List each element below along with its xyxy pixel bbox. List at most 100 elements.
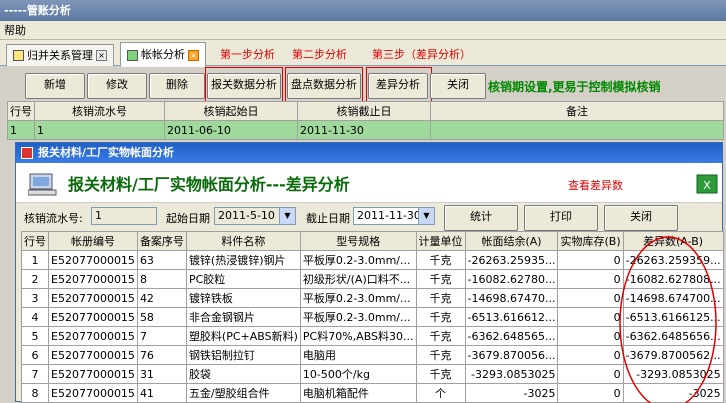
table-cell: E52077000015	[48, 345, 138, 365]
column-header: 备注	[430, 101, 724, 121]
table-cell: E52077000015	[48, 307, 138, 327]
table-cell: 7	[21, 364, 49, 384]
table-cell: 0	[557, 326, 624, 346]
close-icon[interactable]: ×	[188, 49, 199, 61]
column-header: 帐册编号	[48, 231, 138, 251]
table-cell: 千克	[415, 307, 466, 327]
table-header: 行号 核销流水号 核销起始日 核销截止日 备注	[7, 101, 724, 121]
table-cell: 平板厚0.2-3.0mm/...	[299, 307, 417, 327]
table-cell: 1	[34, 120, 165, 140]
start-date-field[interactable]: 2011-5-10 ▼	[214, 207, 296, 225]
table-cell: 平板厚0.2-3.0mm/...	[299, 250, 417, 270]
tab-label: 帐帐分析	[141, 48, 185, 61]
table-cell: E52077000015	[48, 364, 138, 384]
table-cell	[430, 120, 724, 140]
column-header: 行号	[21, 231, 49, 251]
delete-button[interactable]: 删除	[149, 73, 205, 99]
table-cell: 7	[136, 326, 187, 346]
tab-label: 归并关系管理	[27, 48, 93, 62]
table-cell: 电脑机箱配件	[299, 383, 417, 403]
print-button[interactable]: 打印	[524, 205, 598, 231]
table-cell: 42	[136, 288, 187, 308]
table-cell: 0	[557, 307, 624, 327]
annotation-step3: 第三步（差异分析）	[372, 48, 471, 61]
annotation-check-diff: 查看差异数	[568, 179, 623, 192]
table-cell: 0	[557, 288, 624, 308]
start-date-label: 起始日期	[166, 212, 210, 225]
table-cell: 3	[21, 288, 49, 308]
customs-analysis-button[interactable]: 报关数据分析	[207, 73, 281, 99]
table-cell: 钢铁铝制拉钉	[185, 345, 301, 365]
tab-strip: 归并关系管理 × 帐帐分析 × 第一步分析 第二步分析 第三步（差异分析）	[0, 40, 726, 67]
table-cell: E52077000015	[48, 326, 138, 346]
tab-account-analysis[interactable]: 帐帐分析 ×	[120, 42, 206, 67]
period-hint: 核销期设置,更易于控制模拟核销	[488, 80, 661, 94]
table-cell: 1	[7, 120, 35, 140]
excel-icon[interactable]: X	[694, 167, 720, 197]
edit-button[interactable]: 修改	[87, 73, 147, 99]
period-table: 行号 核销流水号 核销起始日 核销截止日 备注 1 1 2011-06-10 2…	[7, 101, 724, 140]
diff-analysis-button[interactable]: 差异分析	[368, 73, 428, 99]
table-cell: PC料70%,ABS料30...	[299, 326, 417, 346]
app-icon	[21, 147, 33, 159]
table-cell: 6	[21, 345, 49, 365]
table-cell: -6362.648565...	[464, 326, 559, 346]
annotation-step1: 第一步分析	[220, 48, 275, 61]
table-cell: 镀锌铁板	[185, 288, 301, 308]
add-button[interactable]: 新增	[25, 73, 85, 99]
column-header: 计量单位	[415, 231, 466, 251]
stats-button[interactable]: 统计	[444, 205, 518, 231]
table-cell: E52077000015	[48, 288, 138, 308]
close-icon[interactable]: ×	[96, 50, 107, 61]
table-cell: -26263.25935...	[464, 250, 559, 270]
inventory-analysis-button[interactable]: 盘点数据分析	[287, 73, 361, 99]
table-cell: -3293.0853025	[464, 364, 559, 384]
column-header: 核销截止日	[297, 101, 431, 121]
table-cell: 8	[136, 269, 187, 289]
dialog-title: 报关材料/工厂实物帐面分析	[16, 143, 722, 163]
table-cell: -14698.67470...	[464, 288, 559, 308]
table-cell: E52077000015	[48, 383, 138, 403]
table-cell: 0	[557, 383, 624, 403]
end-date-field[interactable]: 2011-11-30 ▼	[353, 207, 435, 225]
serial-field[interactable]: 1	[91, 207, 157, 225]
table-cell: 58	[136, 307, 187, 327]
chevron-down-icon[interactable]: ▼	[279, 208, 295, 224]
analysis-dialog: 报关材料/工厂实物帐面分析 报关材料/工厂实物帐面分析---差异分析 查看差异数…	[15, 142, 724, 403]
column-header: 实物库存(B)	[557, 231, 624, 251]
table-cell: 63	[136, 250, 187, 270]
chevron-down-icon[interactable]: ▼	[418, 208, 434, 224]
table-cell: E52077000015	[48, 250, 138, 270]
table-cell: 2	[21, 269, 49, 289]
table-cell: 31	[136, 364, 187, 384]
close-button[interactable]: 关闭	[430, 73, 486, 99]
column-header: 帐面结余(A)	[464, 231, 559, 251]
table-cell: 千克	[415, 269, 466, 289]
table-cell: 8	[21, 383, 49, 403]
table-cell: 41	[136, 383, 187, 403]
dialog-banner: 报关材料/工厂实物帐面分析---差异分析 查看差异数 X	[16, 163, 722, 203]
table-cell: 千克	[415, 345, 466, 365]
table-cell: 千克	[415, 326, 466, 346]
table-cell: -3025	[464, 383, 559, 403]
table-cell: 76	[136, 345, 187, 365]
table-cell: 初级形状/(A)口料不...	[299, 269, 417, 289]
table-cell: 平板厚0.2-3.0mm/...	[299, 288, 417, 308]
table-row[interactable]: 1 1 2011-06-10 2011-11-30	[7, 120, 724, 140]
menu-help[interactable]: 帮助	[4, 24, 26, 37]
table-cell: 2011-06-10	[164, 120, 298, 140]
table-cell: 千克	[415, 288, 466, 308]
end-date-value: 2011-11-30	[357, 209, 421, 222]
serial-label: 核销流水号:	[24, 212, 83, 225]
table-cell: 4	[21, 307, 49, 327]
svg-text:X: X	[703, 179, 711, 192]
table-cell: E52077000015	[48, 269, 138, 289]
table-cell: 电脑用	[299, 345, 417, 365]
table-cell: -6513.616612...	[464, 307, 559, 327]
table-cell: 非合金钢钢片	[185, 307, 301, 327]
table-cell: 镀锌(热浸镀锌)钢片	[185, 250, 301, 270]
document-icon	[127, 49, 138, 61]
table-cell: 千克	[415, 250, 466, 270]
tab-merge-relation[interactable]: 归并关系管理 ×	[6, 44, 114, 66]
table-cell: 胶袋	[185, 364, 301, 384]
